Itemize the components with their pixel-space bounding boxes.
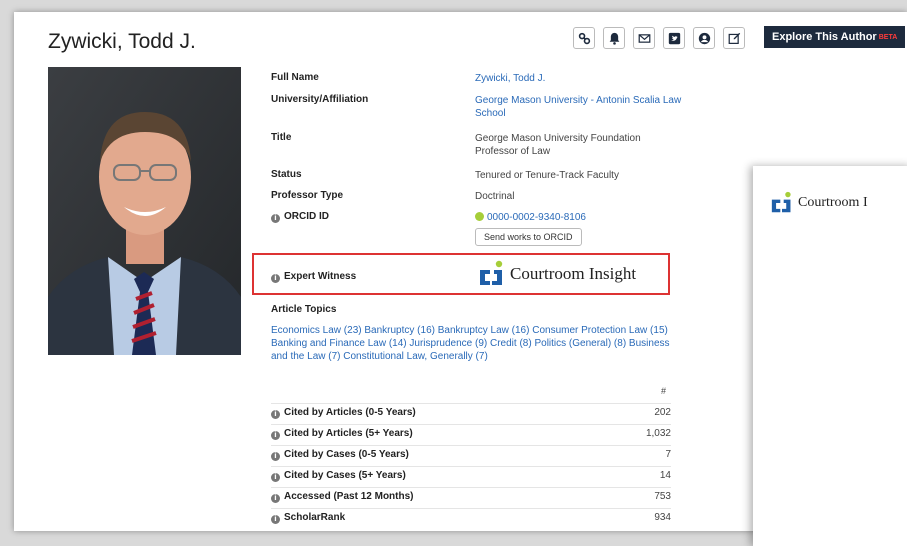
stat-label: Cited by Articles (0-5 Years) — [284, 407, 416, 418]
author-photo — [48, 67, 241, 355]
table-row: i Accessed (Past 12 Months) 753 — [271, 487, 671, 503]
full-name-value[interactable]: Zywicki, Todd J. — [475, 72, 685, 85]
affiliation-value[interactable]: George Mason University - Antonin Scalia… — [475, 94, 685, 120]
stat-value: 7 — [665, 449, 671, 460]
alert-button[interactable] — [603, 27, 625, 49]
table-row: i Cited by Articles (0-5 Years) 202 — [271, 403, 671, 419]
expert-witness-row: i Expert Witness — [271, 271, 356, 283]
edit-icon — [728, 32, 740, 44]
table-row: i ScholarRank 934 — [271, 508, 671, 524]
orcid-label: ORCID ID — [284, 211, 329, 222]
info-icon[interactable]: i — [271, 274, 280, 283]
edit-button[interactable] — [723, 27, 745, 49]
courtroom-insight-logo-icon — [771, 191, 791, 213]
send-to-orcid-button[interactable]: Send works to ORCID — [475, 228, 582, 246]
stat-label-row: i Accessed (Past 12 Months) — [271, 491, 414, 503]
stat-value: 202 — [654, 407, 671, 418]
panel-logo-text: Courtroom I — [798, 195, 868, 210]
courtroom-insight-link[interactable]: Courtroom Insight — [479, 260, 636, 288]
courtroom-insight-text: Courtroom Insight — [510, 264, 637, 283]
stat-value: 753 — [654, 491, 671, 502]
stat-label-row: i Cited by Cases (5+ Years) — [271, 470, 406, 482]
info-icon[interactable]: i — [271, 452, 280, 461]
explore-author-label: Explore This Author — [772, 31, 877, 43]
affiliation-label: University/Affiliation — [271, 94, 369, 105]
title-label: Title — [271, 132, 292, 143]
orcid-value: 0000-0002-9340-8106 — [487, 212, 586, 223]
article-topics-label: Article Topics — [271, 304, 337, 315]
panel-logo: Courtroom I — [771, 191, 868, 215]
stat-label-row: i Cited by Articles (0-5 Years) — [271, 407, 416, 419]
portrait-image — [48, 67, 241, 355]
status-value: Tenured or Tenure-Track Faculty — [475, 170, 619, 181]
twitter-icon — [668, 32, 680, 44]
link-icon — [578, 32, 590, 44]
table-row: i Cited by Cases (0-5 Years) 7 — [271, 445, 671, 461]
stat-label: ScholarRank — [284, 512, 346, 523]
stat-value: 1,032 — [645, 428, 671, 439]
twitter-button[interactable] — [663, 27, 685, 49]
link-button[interactable] — [573, 27, 595, 49]
user-circle-icon — [698, 32, 710, 44]
courtroom-insight-popup-panel: Courtroom I — [753, 166, 907, 546]
stat-label: Accessed (Past 12 Months) — [284, 491, 414, 502]
profile-button[interactable] — [693, 27, 715, 49]
title-value: George Mason University Foundation Profe… — [475, 133, 641, 157]
email-button[interactable] — [633, 27, 655, 49]
courtroom-insight-logo-icon — [480, 260, 503, 285]
stat-label: Cited by Cases (0-5 Years) — [284, 449, 409, 460]
author-name: Zywicki, Todd J. — [48, 30, 196, 53]
envelope-icon — [638, 33, 650, 43]
full-name-label: Full Name — [271, 72, 319, 83]
info-icon[interactable]: i — [271, 494, 280, 503]
stat-label-row: i Cited by Cases (0-5 Years) — [271, 449, 409, 461]
stat-label: Cited by Articles (5+ Years) — [284, 428, 413, 439]
stats-header: # — [661, 386, 667, 396]
stat-value: 934 — [654, 512, 671, 523]
info-icon[interactable]: i — [271, 410, 280, 419]
bell-icon — [609, 32, 619, 45]
table-row: i Cited by Cases (5+ Years) 14 — [271, 466, 671, 482]
stat-label-row: i ScholarRank — [271, 512, 345, 524]
status-label: Status — [271, 169, 302, 180]
table-row: i Cited by Articles (5+ Years) 1,032 — [271, 424, 671, 440]
stat-value: 14 — [659, 470, 671, 481]
orcid-icon — [475, 212, 484, 221]
professor-type-label: Professor Type — [271, 190, 344, 201]
action-toolbar — [573, 27, 745, 49]
beta-badge: BETA — [878, 33, 898, 41]
info-icon[interactable]: i — [271, 473, 280, 482]
stat-label: Cited by Cases (5+ Years) — [284, 470, 406, 481]
explore-author-button[interactable]: Explore This Author BETA — [764, 26, 906, 48]
info-icon[interactable]: i — [271, 515, 280, 524]
expert-witness-label: Expert Witness — [284, 271, 357, 282]
professor-type-value: Doctrinal — [475, 191, 515, 202]
info-icon[interactable]: i — [271, 431, 280, 440]
stat-label-row: i Cited by Articles (5+ Years) — [271, 428, 413, 440]
orcid-label-row: i ORCID ID — [271, 211, 329, 223]
info-icon[interactable]: i — [271, 214, 280, 223]
orcid-value-row[interactable]: 0000-0002-9340-8106 — [475, 211, 685, 224]
article-topics-list[interactable]: Economics Law (23) Bankruptcy (16) Bankr… — [271, 324, 671, 363]
